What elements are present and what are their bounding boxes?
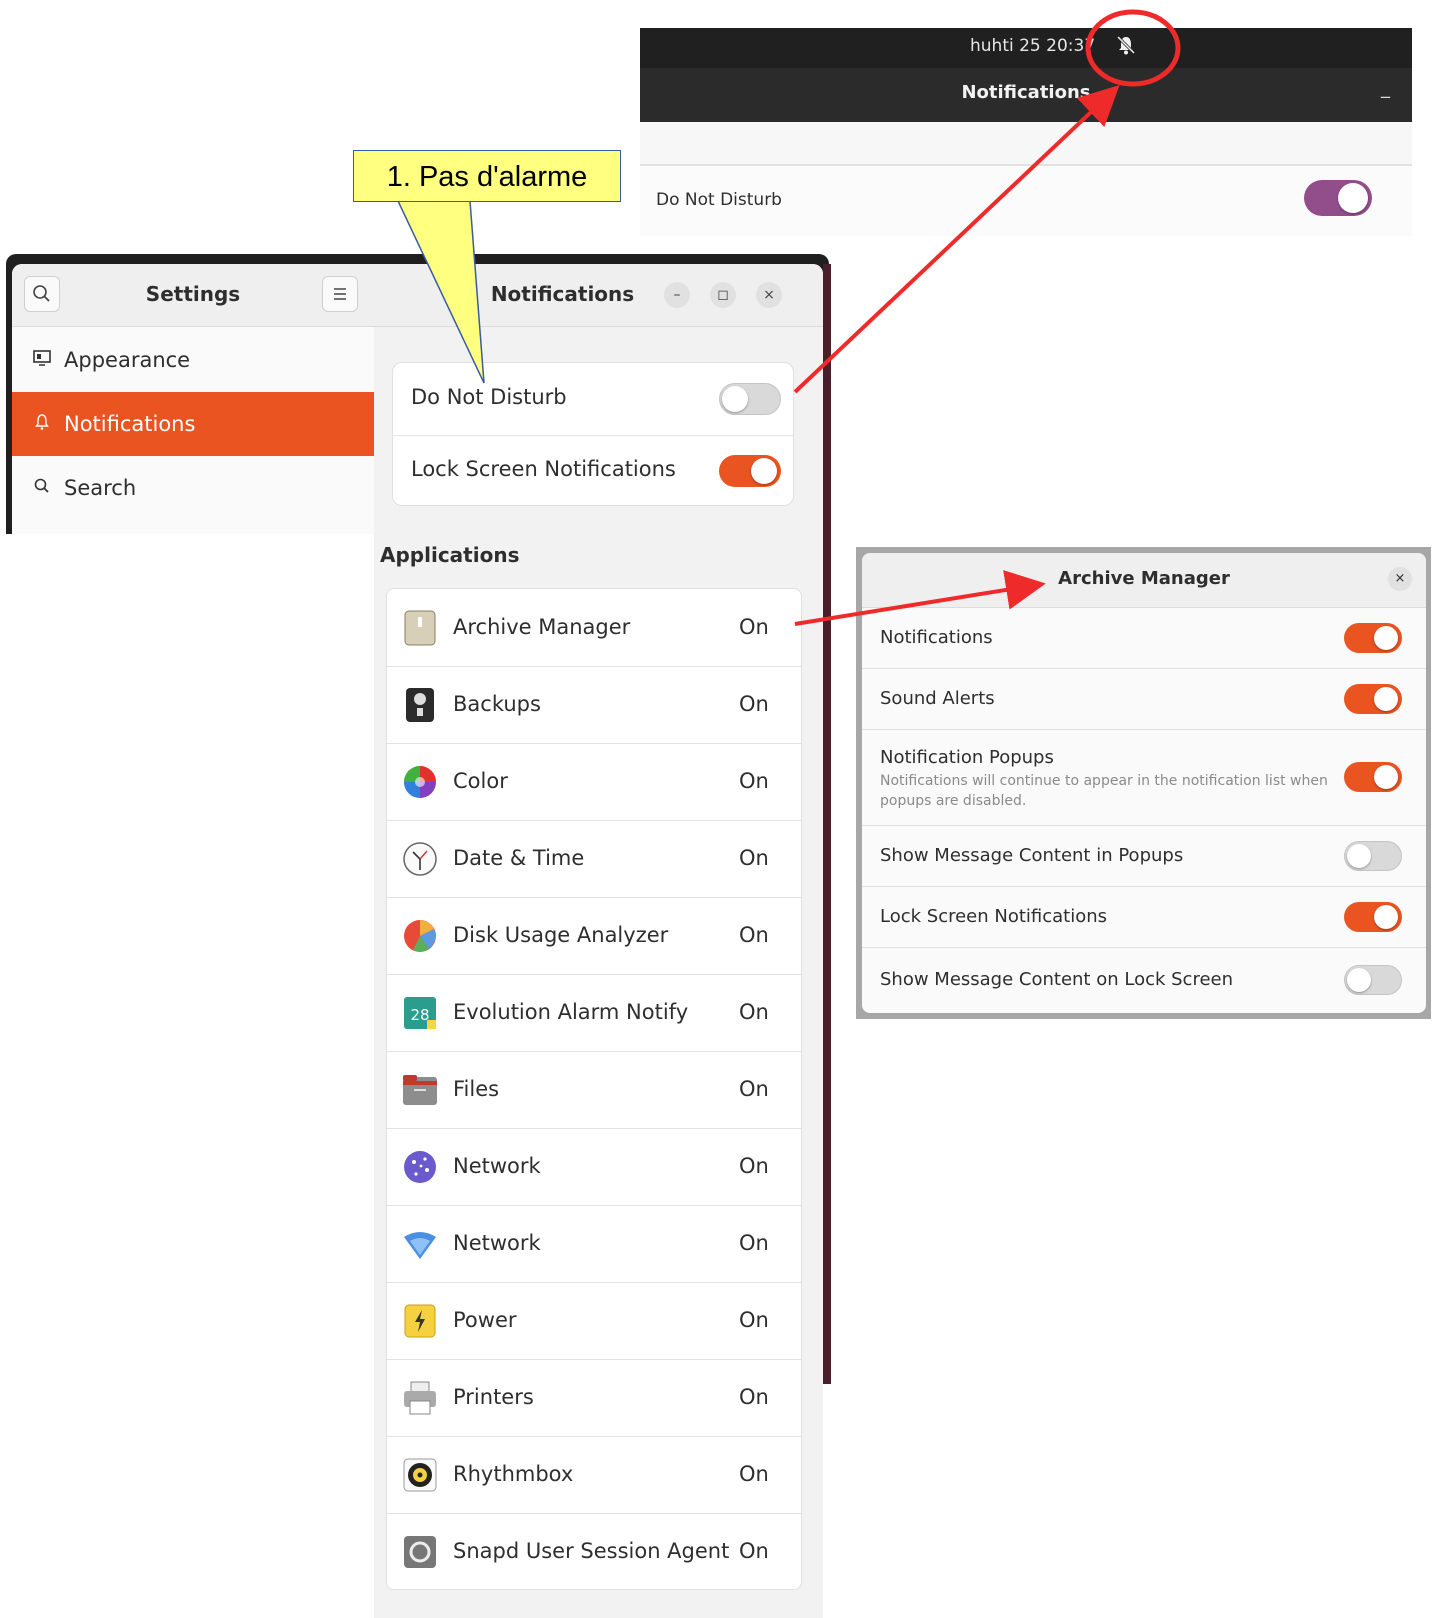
dialog-close-button[interactable]: × xyxy=(1388,567,1412,591)
dialog-row-label: Lock Screen Notifications xyxy=(880,905,1108,927)
annotation-callout: 1. Pas d'alarme xyxy=(353,150,621,202)
dialog-row-label: Sound Alerts xyxy=(880,687,995,709)
dialog-toggle-on[interactable] xyxy=(1344,762,1402,792)
dialog-row-label: Notification Popups xyxy=(880,747,1054,768)
dialog-toggle-off[interactable] xyxy=(1344,840,1402,871)
dialog-row-description: Notifications will continue to appear in… xyxy=(880,773,1328,809)
dialog-row-lock-screen-notifications[interactable]: Lock Screen Notifications xyxy=(862,886,1426,948)
dialog-toggle-off[interactable] xyxy=(1344,965,1402,995)
dialog-row-show-message-content-in-popups[interactable]: Show Message Content in Popups xyxy=(862,825,1426,887)
dialog-toggle-on[interactable] xyxy=(1344,622,1402,653)
archive-manager-dialog: Archive Manager × Notifications Sound Ale… xyxy=(862,553,1426,1013)
dialog-row-sound-alerts[interactable]: Sound Alerts xyxy=(862,668,1426,730)
dialog-row-label: Notifications xyxy=(880,626,993,648)
dialog-header: Archive Manager × xyxy=(862,553,1426,608)
dialog-toggle-on[interactable] xyxy=(1344,901,1402,932)
dialog-row-label: Show Message Content on Lock Screen xyxy=(880,969,1234,990)
dialog-row-notifications[interactable]: Notifications xyxy=(862,607,1426,669)
dialog-row-notification-popups[interactable]: Notification Popups Notifications will co… xyxy=(862,729,1426,826)
dialog-row-label: Show Message Content in Popups xyxy=(880,844,1184,866)
dialog-toggle-on[interactable] xyxy=(1344,683,1402,714)
dialog-row-show-message-content-on-lock-screen[interactable]: Show Message Content on Lock Screen xyxy=(862,947,1426,1013)
dialog-title: Archive Manager xyxy=(1058,568,1230,589)
callout-text: 1. Pas d'alarme xyxy=(386,161,588,193)
